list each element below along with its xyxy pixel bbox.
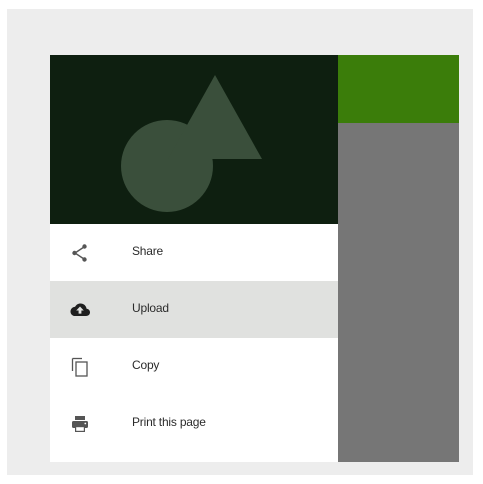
menu-item-copy[interactable]: Copy [50, 338, 338, 395]
navigation-drawer: Share Upload Copy Print this page [50, 55, 338, 462]
menu-item-label: Print this page [132, 415, 206, 429]
menu-item-upload[interactable]: Upload [50, 281, 338, 338]
print-icon [69, 413, 91, 435]
menu-item-label: Upload [132, 301, 169, 315]
drawer-menu: Share Upload Copy Print this page [50, 224, 338, 452]
drawer-header-logo-icon [121, 75, 262, 212]
drawer-header [50, 55, 338, 224]
menu-item-label: Copy [132, 358, 160, 372]
cloud-upload-icon [69, 299, 91, 321]
share-icon [69, 242, 91, 264]
demo-frame: Share Upload Copy Print this page [7, 9, 473, 475]
menu-item-print[interactable]: Print this page [50, 395, 338, 452]
menu-item-label: Share [132, 244, 164, 258]
copy-icon [69, 356, 91, 378]
menu-item-share[interactable]: Share [50, 224, 338, 281]
app-window: Share Upload Copy Print this page [50, 55, 459, 462]
